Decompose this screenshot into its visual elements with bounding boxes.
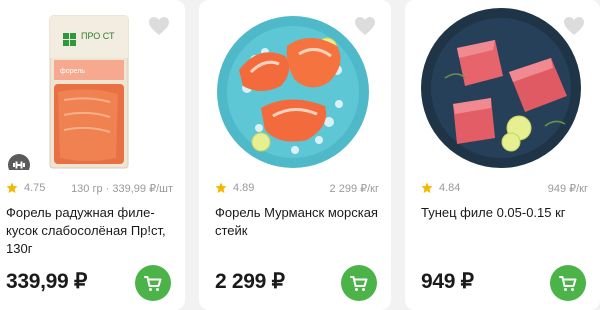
favorite-heart-icon[interactable] [353, 14, 377, 38]
product-price: 339,99 ₽ [6, 270, 88, 293]
product-card-trout-fillet[interactable]: ПРО СТ форель 4.75 130 гр · 339,99 ₽/шт … [0, 0, 185, 310]
favorite-heart-icon[interactable] [147, 14, 171, 38]
star-icon [215, 182, 227, 193]
product-card-tuna-fillet[interactable]: 4.84 949 ₽/кг Тунец филе 0.05-0.15 кг 94… [405, 0, 600, 310]
rating-value: 4.89 [233, 182, 255, 194]
rating-value: 4.84 [439, 182, 461, 194]
cart-icon [144, 276, 162, 291]
weight-icon [8, 154, 30, 170]
favorite-heart-icon[interactable] [562, 14, 586, 38]
cart-icon [559, 276, 577, 291]
product-price: 2 299 ₽ [215, 270, 285, 293]
add-to-cart-button[interactable] [550, 265, 586, 301]
star-icon [6, 182, 18, 193]
unit-price: 130 гр · 339,99 ₽/шт [71, 182, 173, 195]
cart-icon [350, 276, 368, 291]
unit-price: 949 ₽/кг [547, 182, 588, 195]
add-to-cart-button[interactable] [341, 265, 377, 301]
rating-value: 4.75 [24, 182, 46, 194]
product-card-trout-steak[interactable]: 4.89 2 299 ₽/кг Форель Мурманск морская … [199, 0, 391, 310]
add-to-cart-button[interactable] [135, 265, 171, 301]
product-price: 949 ₽ [421, 270, 474, 293]
star-icon [421, 182, 433, 193]
package-brand-text: ПРО СТ [81, 31, 115, 41]
product-meta: 4.89 2 299 ₽/кг [215, 180, 379, 196]
product-meta: 4.84 949 ₽/кг [421, 180, 588, 196]
product-title[interactable]: Тунец филе 0.05-0.15 кг [421, 204, 590, 222]
unit-price: 2 299 ₽/кг [329, 182, 379, 195]
product-grid: ПРО СТ форель 4.75 130 гр · 339,99 ₽/шт … [0, 0, 600, 310]
product-meta: 4.75 130 гр · 339,99 ₽/шт [6, 180, 173, 196]
package-label-text: форель [60, 68, 85, 75]
product-title[interactable]: Форель радужная филе-кусок слабосолёная … [6, 204, 175, 258]
product-title[interactable]: Форель Мурманск морская стейк [215, 204, 381, 240]
